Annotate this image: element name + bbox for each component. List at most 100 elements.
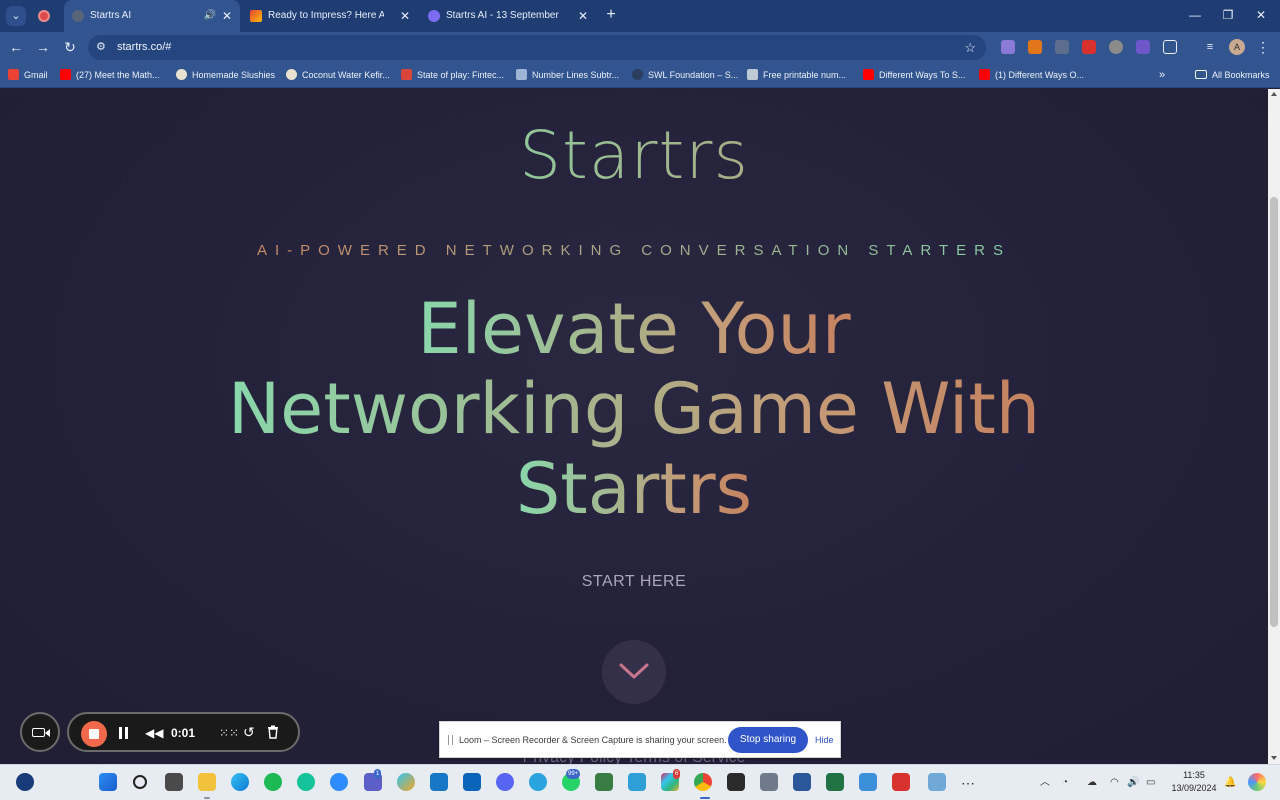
extensions-puzzle-icon[interactable] bbox=[1163, 40, 1177, 54]
bookmark-number-lines[interactable]: Number Lines Subtr... bbox=[516, 63, 619, 88]
loom-pause-button[interactable] bbox=[119, 727, 129, 739]
outlook-icon[interactable] bbox=[463, 773, 481, 791]
start-here-button[interactable]: START HERE bbox=[534, 569, 734, 595]
teams-badge: 1 bbox=[374, 769, 382, 779]
grammarly-icon[interactable] bbox=[297, 773, 315, 791]
chrome-icon[interactable] bbox=[694, 773, 712, 791]
page-scrollbar[interactable] bbox=[1268, 89, 1280, 764]
tab-gmail[interactable]: Ready to Impress? Here Are Your ✕ bbox=[242, 0, 418, 32]
scroll-down-button[interactable] bbox=[602, 640, 666, 704]
extension-icon[interactable] bbox=[1001, 40, 1015, 54]
notepad-icon[interactable] bbox=[928, 773, 946, 791]
system-clock[interactable]: 11:35 13/09/2024 bbox=[1168, 769, 1220, 795]
discord-icon[interactable] bbox=[496, 773, 514, 791]
drag-handle-icon[interactable] bbox=[448, 735, 453, 745]
copilot-icon[interactable] bbox=[1248, 773, 1266, 791]
site-logo[interactable]: Startrs bbox=[0, 117, 1268, 194]
bookmark-meet-the-math[interactable]: (27) Meet the Math... bbox=[60, 63, 160, 88]
address-bar[interactable]: ⚙ startrs.co/# ☆ bbox=[88, 35, 986, 60]
bookmark-star-icon[interactable]: ☆ bbox=[964, 35, 976, 60]
bookmark-coconut-water-kefir[interactable]: Coconut Water Kefir... bbox=[286, 63, 390, 88]
scroll-up-arrow-icon[interactable] bbox=[1271, 92, 1277, 96]
tab-search-button[interactable]: ⌄ bbox=[6, 6, 26, 26]
more-apps-icon[interactable]: ⋯ bbox=[961, 765, 975, 800]
loom-timer: 0:01 bbox=[171, 726, 196, 740]
app-icon[interactable] bbox=[595, 773, 613, 791]
acrobat-icon[interactable] bbox=[892, 773, 910, 791]
loom-restart-icon[interactable]: ↺ bbox=[243, 724, 255, 740]
speaker-icon[interactable]: 🔊 bbox=[204, 0, 216, 32]
site-icon bbox=[632, 69, 643, 80]
bookmark-swl-foundation[interactable]: SWL Foundation – S... bbox=[632, 63, 738, 88]
close-tab-icon[interactable]: ✕ bbox=[400, 0, 410, 32]
onedrive-icon[interactable]: ☁ bbox=[1087, 765, 1097, 800]
site-icon bbox=[747, 69, 758, 80]
bookmark-free-printable[interactable]: Free printable num... bbox=[747, 63, 846, 88]
new-tab-button[interactable]: + bbox=[600, 4, 622, 26]
excel-icon[interactable] bbox=[826, 773, 844, 791]
site-settings-icon[interactable]: ⚙ bbox=[96, 40, 106, 53]
back-button[interactable]: ← bbox=[5, 36, 27, 58]
notifications-icon[interactable]: 🔔 bbox=[1224, 765, 1236, 800]
app-icon[interactable] bbox=[430, 773, 448, 791]
app-icon[interactable] bbox=[628, 773, 646, 791]
close-tab-icon[interactable]: ✕ bbox=[222, 0, 232, 32]
acrobat-extension-icon[interactable] bbox=[1082, 40, 1096, 54]
tray-app-icon[interactable]: ◔ bbox=[1062, 765, 1068, 800]
app-icon[interactable] bbox=[859, 773, 877, 791]
loom-delete-button[interactable] bbox=[267, 725, 279, 739]
profile-avatar[interactable]: A bbox=[1229, 39, 1245, 55]
bookmark-gmail[interactable]: Gmail bbox=[8, 63, 48, 88]
scroll-down-arrow-icon[interactable] bbox=[1271, 756, 1277, 760]
loom-rewind-button[interactable]: ◀◀ bbox=[145, 726, 163, 740]
minimize-button[interactable]: — bbox=[1177, 0, 1213, 32]
search-icon[interactable] bbox=[133, 775, 147, 789]
extension-icon[interactable] bbox=[1136, 40, 1150, 54]
bookmark-different-ways-to[interactable]: Different Ways To S... bbox=[863, 63, 965, 88]
close-tab-icon[interactable]: ✕ bbox=[578, 0, 588, 32]
grammarly-extension-icon[interactable] bbox=[1109, 40, 1123, 54]
wifi-icon[interactable]: ◠ bbox=[1110, 765, 1119, 800]
bookmark-different-ways-of[interactable]: (1) Different Ways O... bbox=[979, 63, 1084, 88]
loom-stop-recording-button[interactable] bbox=[81, 721, 107, 747]
bookmark-state-of-play[interactable]: State of play: Fintec... bbox=[401, 63, 504, 88]
app-icon[interactable] bbox=[397, 773, 415, 791]
close-window-button[interactable]: ✕ bbox=[1243, 0, 1279, 32]
hide-banner-link[interactable]: Hide bbox=[815, 722, 834, 759]
zoom-icon[interactable] bbox=[330, 773, 348, 791]
nfl-widget-icon[interactable] bbox=[16, 773, 34, 791]
all-bookmarks-button[interactable]: All Bookmarks bbox=[1195, 63, 1270, 88]
volume-icon[interactable]: 🔊 bbox=[1127, 765, 1139, 800]
extension-icon[interactable] bbox=[1055, 40, 1069, 54]
loom-camera-button[interactable] bbox=[20, 712, 60, 752]
tray-chevron-up-icon[interactable]: ︿ bbox=[1040, 765, 1050, 800]
battery-icon[interactable]: ▭ bbox=[1146, 765, 1155, 800]
forward-button[interactable]: → bbox=[32, 36, 54, 58]
word-icon[interactable] bbox=[793, 773, 811, 791]
site-icon bbox=[516, 69, 527, 80]
scrollbar-thumb[interactable] bbox=[1270, 197, 1278, 627]
restore-button[interactable]: ❐ bbox=[1210, 0, 1246, 32]
metamask-extension-icon[interactable] bbox=[1028, 40, 1042, 54]
media-controls-icon[interactable]: ≡ bbox=[1203, 40, 1217, 54]
tab-startrs-ai-sept[interactable]: Startrs AI - 13 September 2024 ✕ bbox=[420, 0, 596, 32]
stop-sharing-button[interactable]: Stop sharing bbox=[728, 727, 808, 753]
windows-start-icon[interactable] bbox=[99, 773, 117, 791]
edge-icon[interactable] bbox=[231, 773, 249, 791]
more-bookmarks-chevron-icon[interactable]: » bbox=[1159, 63, 1165, 88]
file-explorer-icon[interactable] bbox=[198, 773, 216, 791]
telegram-icon[interactable] bbox=[529, 773, 547, 791]
reload-button[interactable]: ↻ bbox=[59, 36, 81, 58]
task-view-icon[interactable] bbox=[165, 773, 183, 791]
spotify-icon[interactable] bbox=[264, 773, 282, 791]
camera-app-icon[interactable] bbox=[760, 773, 778, 791]
loom-recording-controls: ◀◀ 0:01 ⁙⁙ ↺ bbox=[67, 712, 300, 752]
tab-startrs-ai[interactable]: Startrs AI 🔊 ✕ bbox=[64, 0, 240, 32]
browser-tab-bar: ⌄ Startrs AI 🔊 ✕ Ready to Impress? Here … bbox=[0, 0, 1280, 32]
loom-draw-grid-icon[interactable]: ⁙⁙ bbox=[219, 726, 239, 740]
browser-menu-icon[interactable]: ⋮ bbox=[1256, 36, 1270, 58]
trash-icon bbox=[268, 725, 278, 739]
url-text[interactable]: startrs.co/# bbox=[117, 35, 171, 60]
bookmark-homemade-slushies[interactable]: Homemade Slushies bbox=[176, 63, 275, 88]
sticky-notes-icon[interactable] bbox=[727, 773, 745, 791]
